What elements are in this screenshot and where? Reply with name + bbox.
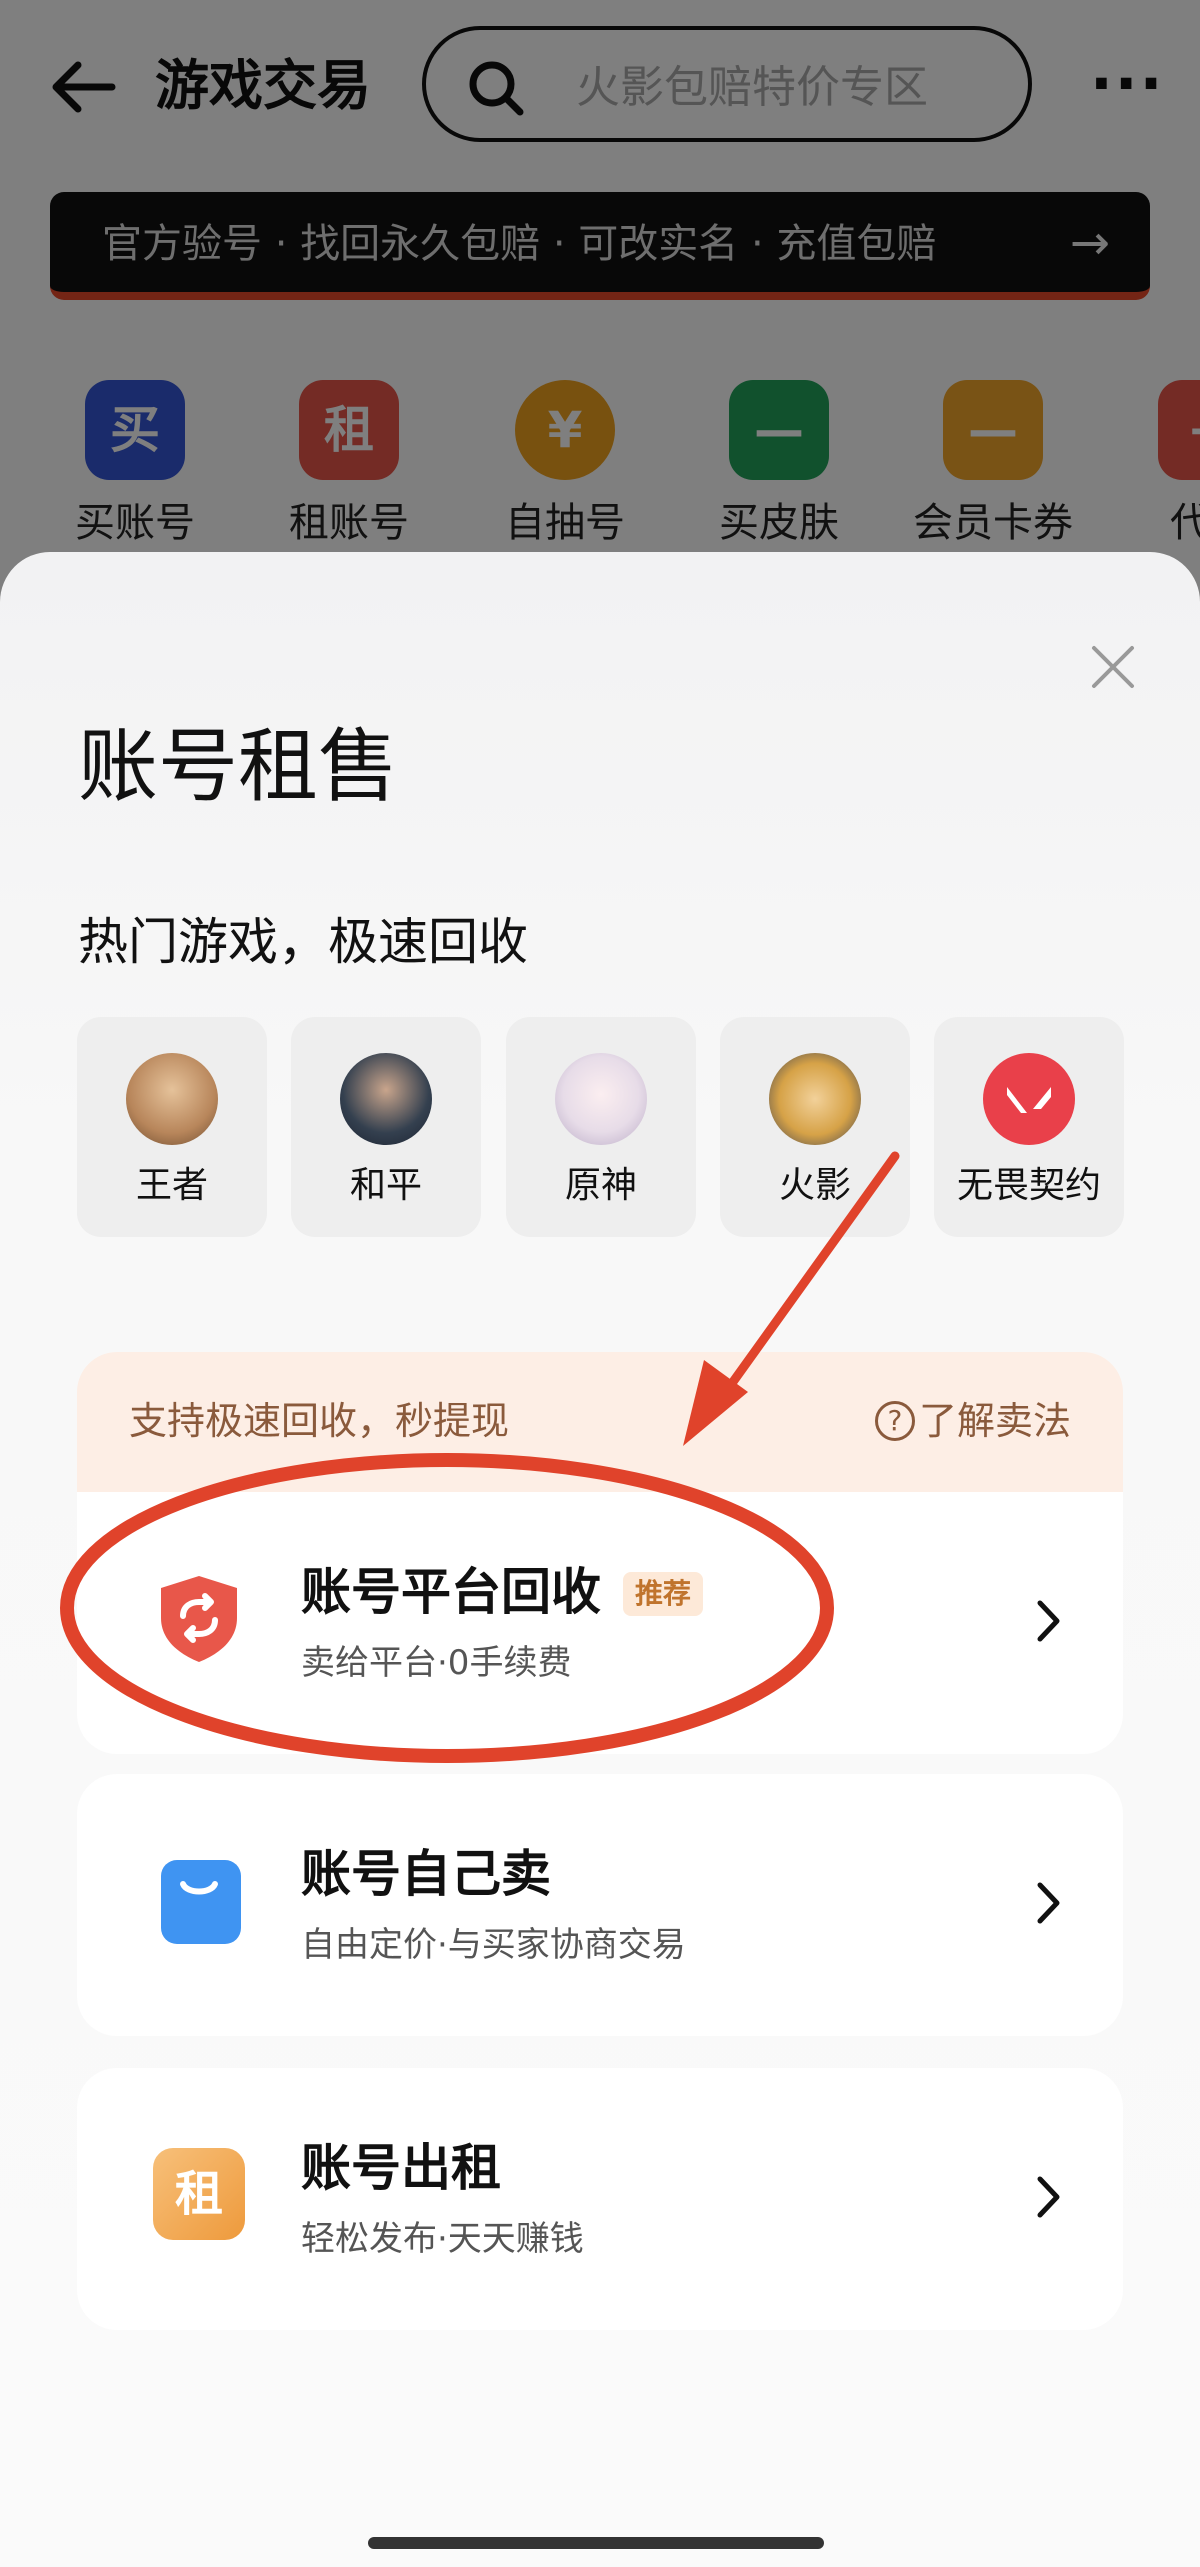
home-indicator — [368, 2537, 824, 2549]
recommend-badge: 推荐 — [623, 1572, 704, 1616]
promo-text: 支持极速回收，秒提现 — [129, 1399, 510, 1443]
learn-how-label: 了解卖法 — [918, 1399, 1071, 1443]
option-rent-out[interactable]: 租 账号出租 轻松发布·天天赚钱 — [77, 2068, 1123, 2330]
option-title-text: 账号平台回收 — [301, 1563, 601, 1621]
valorant-v-icon — [1007, 1087, 1051, 1113]
game-avatar — [126, 1053, 218, 1145]
game-label: 火影 — [778, 1165, 851, 1206]
option-sell-myself[interactable]: 账号自己卖 自由定价·与买家协商交易 — [77, 1774, 1123, 2036]
shopping-bag-icon — [161, 1860, 241, 1944]
section-title: 热门游戏，极速回收 — [78, 913, 528, 971]
game-label: 原神 — [564, 1165, 637, 1206]
chevron-right-icon — [1037, 2176, 1060, 2218]
game-card-heping[interactable]: 和平 — [291, 1017, 481, 1237]
learn-how-link[interactable]: ? 了解卖法 — [874, 1396, 1071, 1446]
modal-overlay[interactable] — [0, 0, 1200, 600]
option-desc: 自由定价·与买家协商交易 — [301, 1925, 686, 1965]
game-card-valorant[interactable]: 无畏契约 — [934, 1017, 1124, 1237]
chevron-right-icon — [1037, 1600, 1060, 1642]
game-card-yuanshen[interactable]: 原神 — [506, 1017, 696, 1237]
game-card-wangzhe[interactable]: 王者 — [77, 1017, 267, 1237]
game-label: 无畏契约 — [956, 1165, 1101, 1206]
sheet-title: 账号租售 — [78, 720, 398, 813]
bottom-sheet: 账号租售 热门游戏，极速回收 王者 和平 原神 火影 无畏契约 支持极速回收，秒… — [0, 552, 1200, 2567]
chevron-right-icon — [1037, 1882, 1060, 1924]
game-label: 和平 — [349, 1165, 422, 1206]
option-platform-recycle[interactable]: 账号平台回收 推荐 卖给平台·0手续费 — [77, 1492, 1123, 1754]
game-avatar — [340, 1053, 432, 1145]
close-icon[interactable] — [1088, 642, 1138, 692]
question-icon: ? — [874, 1401, 915, 1441]
promo-header: 支持极速回收，秒提现 ? 了解卖法 — [77, 1352, 1123, 1492]
option-title: 账号自己卖 — [301, 1845, 551, 1903]
option-desc: 卖给平台·0手续费 — [301, 1643, 572, 1683]
shield-recycle-icon — [161, 1576, 237, 1662]
game-avatar — [769, 1053, 861, 1145]
game-avatar — [555, 1053, 647, 1145]
rent-icon: 租 — [153, 2148, 245, 2240]
option-title: 账号出租 — [301, 2139, 501, 2197]
game-label: 王者 — [135, 1165, 208, 1206]
game-card-huoying[interactable]: 火影 — [720, 1017, 910, 1237]
option-desc: 轻松发布·天天赚钱 — [301, 2219, 584, 2259]
option-title: 账号平台回收 推荐 — [301, 1560, 704, 1624]
valorant-logo-icon — [983, 1053, 1075, 1145]
